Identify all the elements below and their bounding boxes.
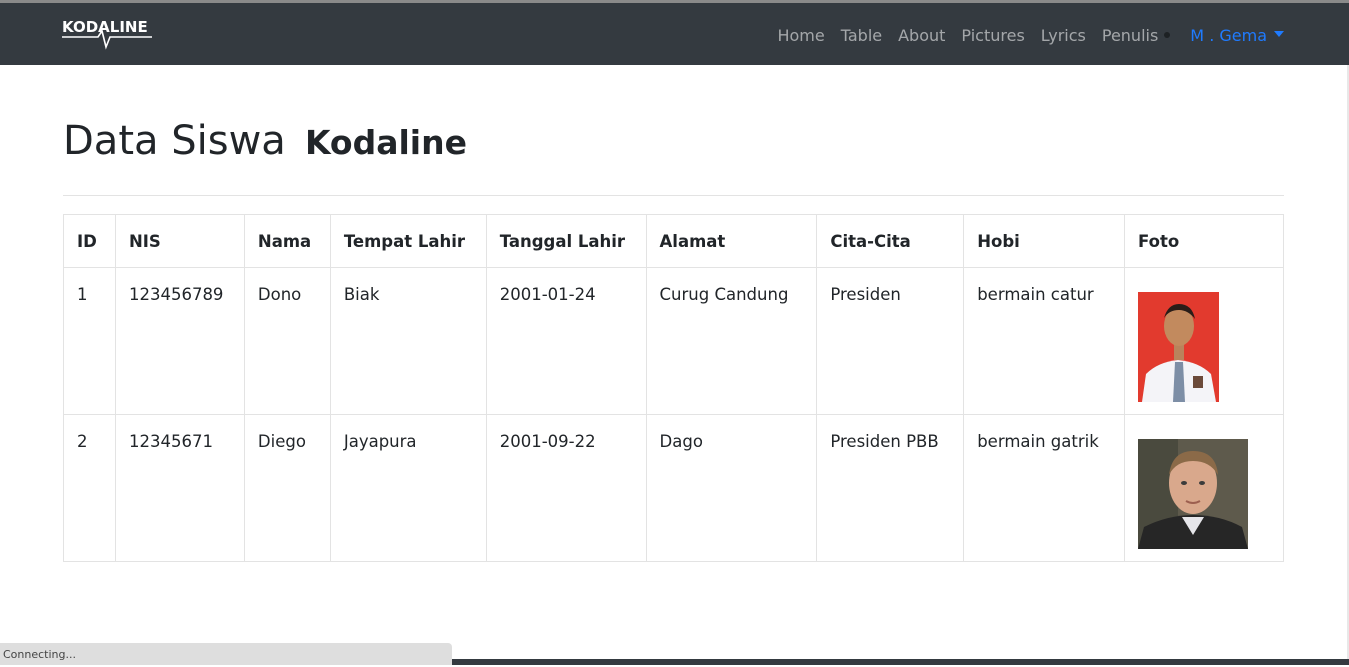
navbar: KODALINE Home Table About Pictures Lyric…: [0, 3, 1349, 65]
brand-logo[interactable]: KODALINE: [62, 19, 154, 53]
header-foto: Foto: [1124, 214, 1284, 268]
cell-nis: 123456789: [114, 267, 245, 415]
caret-down-icon: [1274, 31, 1284, 37]
cell-id: 2: [63, 414, 116, 562]
cell-foto: [1124, 267, 1284, 415]
nav-table[interactable]: Table: [841, 26, 882, 45]
header-alamat: Alamat: [645, 214, 818, 268]
nav-about[interactable]: About: [898, 26, 945, 45]
nav-pictures[interactable]: Pictures: [961, 26, 1024, 45]
separator-dot: [1164, 32, 1171, 38]
nav-menu: Home Table About Pictures Lyrics Penulis…: [761, 23, 1284, 47]
student-photo: [1138, 292, 1220, 402]
nav-penulis[interactable]: Penulis: [1102, 26, 1158, 45]
student-photo: [1138, 439, 1249, 549]
header-nis: NIS: [114, 214, 245, 268]
table-row: 2 12345671 Diego Jayapura 2001-09-22 Dag…: [63, 414, 1284, 562]
cell-foto: [1124, 414, 1284, 562]
cell-nama: Dono: [243, 267, 331, 415]
cell-tempat-lahir: Biak: [329, 267, 487, 415]
header-id: ID: [63, 214, 116, 268]
cell-cita-cita: Presiden PBB: [816, 414, 965, 562]
user-dropdown[interactable]: M . Gema: [1190, 26, 1284, 45]
cell-hobi: bermain gatrik: [963, 414, 1126, 562]
nav-lyrics[interactable]: Lyrics: [1041, 26, 1086, 45]
nav-home[interactable]: Home: [777, 26, 824, 45]
cell-tanggal-lahir: 2001-09-22: [485, 414, 647, 562]
table-row: 1 123456789 Dono Biak 2001-01-24 Curug C…: [63, 267, 1284, 415]
header-nama: Nama: [243, 214, 331, 268]
cell-nama: Diego: [243, 414, 331, 562]
header-tanggal-lahir: Tanggal Lahir: [485, 214, 647, 268]
cell-alamat: Dago: [645, 414, 818, 562]
header-cita-cita: Cita-Cita: [816, 214, 965, 268]
cell-nis: 12345671: [114, 414, 245, 562]
logo-icon: KODALINE: [62, 19, 152, 50]
header-tempat-lahir: Tempat Lahir: [329, 214, 487, 268]
status-bar: Connecting...: [0, 643, 452, 665]
cell-cita-cita: Presiden: [816, 267, 965, 415]
header-hobi: Hobi: [963, 214, 1126, 268]
footer: [452, 659, 1349, 665]
divider: [63, 195, 1284, 196]
cell-alamat: Curug Candung: [645, 267, 818, 415]
logo-text: KODALINE: [62, 19, 148, 36]
page-title: Data Siswa: [63, 118, 286, 164]
page-subtitle: Kodaline: [304, 123, 467, 162]
cell-tanggal-lahir: 2001-01-24: [485, 267, 647, 415]
students-table: ID NIS Nama Tempat Lahir Tanggal Lahir A…: [63, 214, 1284, 562]
user-dropdown-label: M . Gema: [1190, 25, 1267, 45]
cell-tempat-lahir: Jayapura: [329, 414, 487, 562]
cell-id: 1: [63, 267, 116, 415]
cell-hobi: bermain catur: [963, 267, 1126, 415]
table-header-row: ID NIS Nama Tempat Lahir Tanggal Lahir A…: [63, 214, 1284, 268]
page-heading: Data Siswa Kodaline: [63, 118, 467, 164]
